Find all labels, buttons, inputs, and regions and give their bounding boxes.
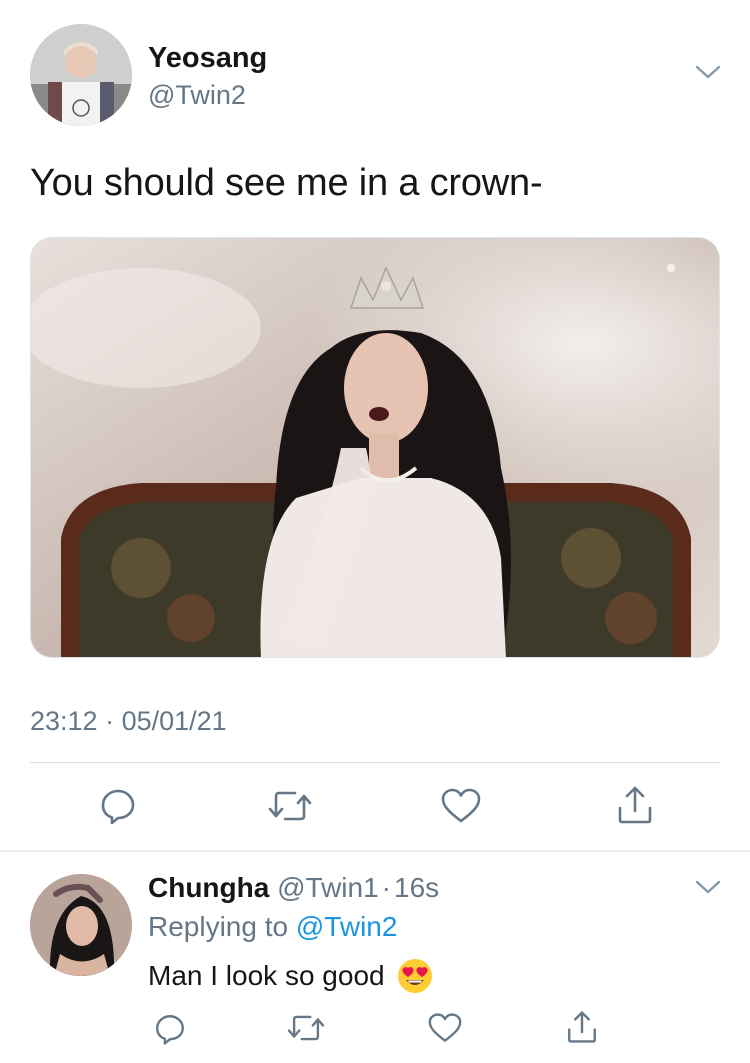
section-divider (0, 850, 750, 852)
reply-button[interactable] (96, 784, 140, 828)
heart-icon (441, 788, 481, 823)
retweet-icon (268, 791, 312, 821)
reply-text-row: Man I look so good (148, 958, 433, 994)
avatar[interactable] (30, 24, 132, 126)
tweet-text: You should see me in a crown- (30, 162, 543, 204)
heart-eyes-emoji (397, 959, 432, 993)
reply-author-handle[interactable]: @Twin1 (277, 872, 379, 903)
reply-author-name[interactable]: Chungha (148, 872, 269, 903)
reply-retweet-button[interactable] (285, 1010, 327, 1046)
reply-avatar[interactable] (30, 874, 132, 976)
tweet-timestamp[interactable]: 23:12 · 05/01/21 (30, 706, 227, 737)
divider (30, 762, 720, 763)
timestamp-separator: · (105, 706, 122, 736)
chevron-down-icon[interactable] (693, 62, 723, 82)
tweet-time: 23:12 (30, 706, 98, 736)
author-handle[interactable]: @Twin2 (148, 80, 246, 111)
heart-icon (428, 1013, 462, 1042)
tweet-photo[interactable] (30, 237, 720, 658)
reply-like-button[interactable] (425, 1011, 465, 1045)
reply-text: Man I look so good (148, 960, 385, 991)
chevron-down-icon[interactable] (693, 877, 723, 897)
share-icon (568, 1011, 596, 1043)
like-button[interactable] (439, 786, 483, 826)
retweet-icon (287, 1015, 325, 1041)
reply-time[interactable]: 16s (394, 872, 439, 903)
reply-separator: · (381, 872, 391, 903)
share-button[interactable] (613, 783, 657, 827)
tweet-date: 05/01/21 (121, 706, 227, 736)
reply-icon (101, 789, 135, 825)
reply-header: Chungha @Twin1 · 16s (148, 872, 439, 904)
replying-to: Replying to @Twin2 (148, 911, 397, 943)
reply-reply-button[interactable] (150, 1009, 190, 1049)
retweet-button[interactable] (267, 786, 313, 826)
reply-share-button[interactable] (562, 1007, 602, 1047)
reply-icon (156, 1015, 184, 1045)
replying-to-mention[interactable]: @Twin2 (296, 911, 398, 942)
replying-to-label: Replying to (148, 911, 289, 942)
author-name[interactable]: Yeosang (148, 42, 267, 75)
tweet-thread: Yeosang @Twin2 You should see me in a cr… (0, 0, 750, 1063)
share-icon (618, 786, 652, 824)
